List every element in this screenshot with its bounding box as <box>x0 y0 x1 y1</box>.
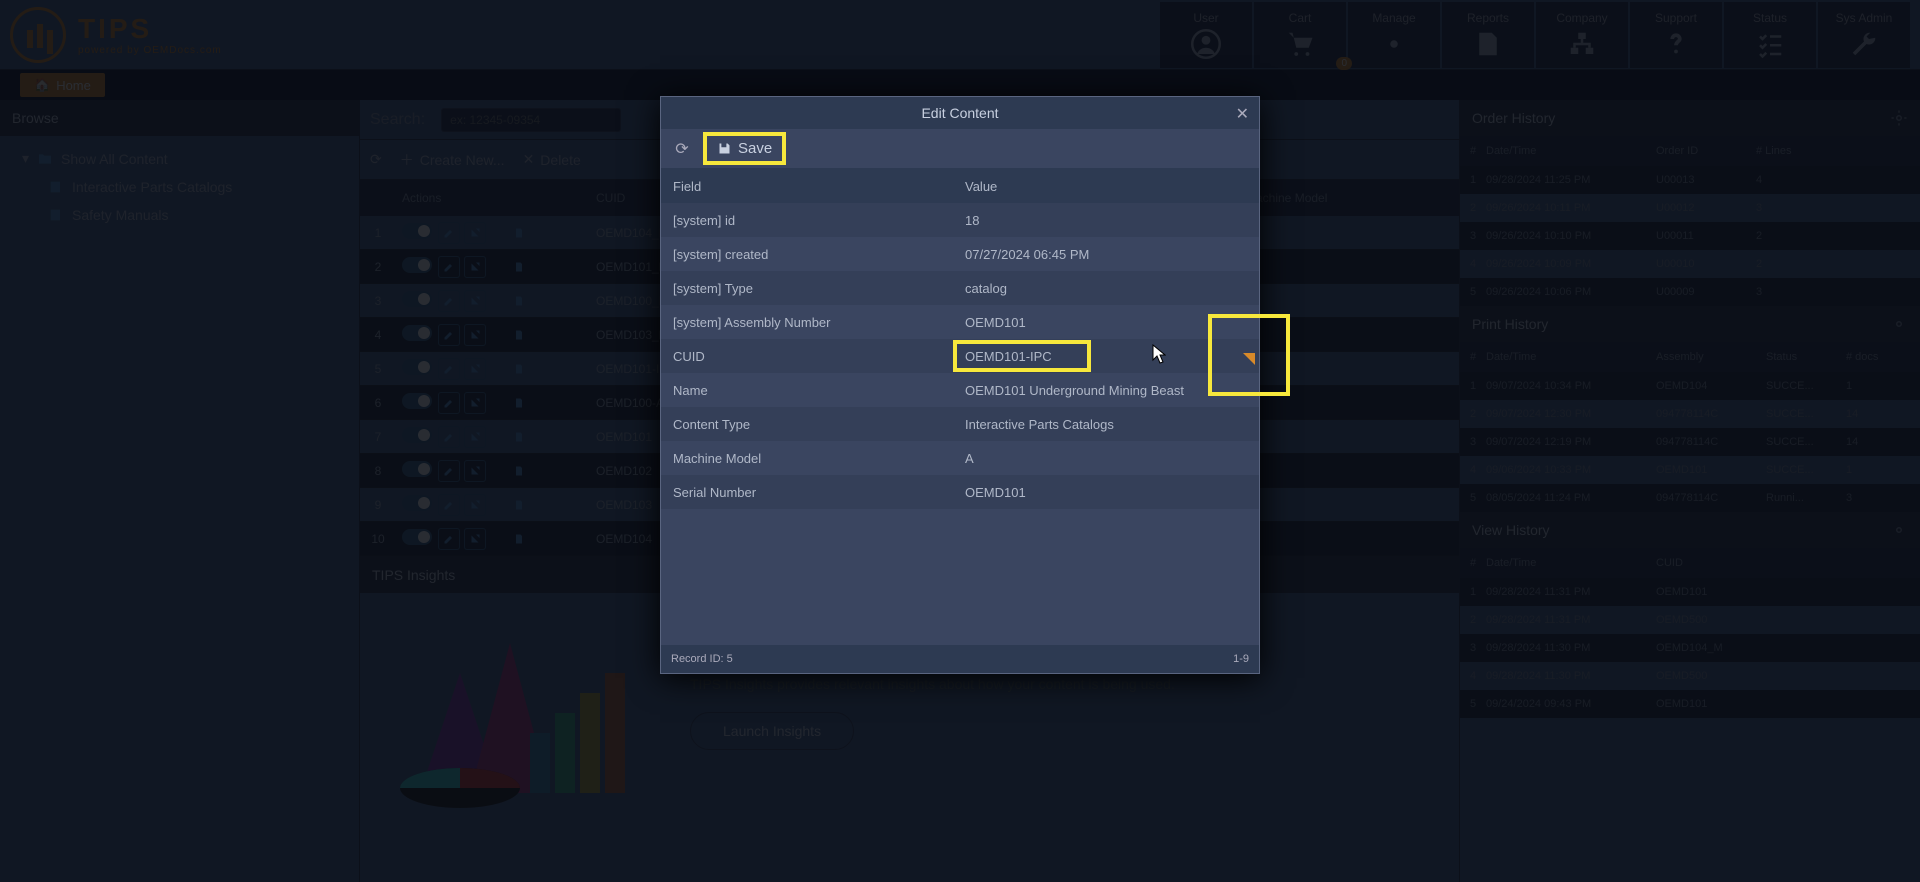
cursor-icon <box>1152 344 1166 364</box>
refresh-button[interactable]: ⟳ <box>671 138 693 160</box>
field-label: [system] Type <box>661 281 957 296</box>
modal-row[interactable]: [system] Type catalog <box>661 271 1259 305</box>
modal-row[interactable]: [system] Assembly Number OEMD101 <box>661 305 1259 339</box>
field-value[interactable]: 07/27/2024 06:45 PM <box>957 247 1259 262</box>
field-label: Serial Number <box>661 485 957 500</box>
field-value[interactable]: OEMD101 Underground Mining Beast <box>957 383 1259 398</box>
field-value[interactable]: OEMD101 <box>957 485 1259 500</box>
modal-row[interactable]: [system] created 07/27/2024 06:45 PM <box>661 237 1259 271</box>
modal-row[interactable]: Content Type Interactive Parts Catalogs <box>661 407 1259 441</box>
record-range: 1-9 <box>1233 653 1249 665</box>
col-field: Field <box>661 179 957 194</box>
modal-row[interactable]: Name OEMD101 Underground Mining Beast <box>661 373 1259 407</box>
modal-title: Edit Content <box>921 105 998 121</box>
field-label: CUID <box>661 349 957 364</box>
field-label: Content Type <box>661 417 957 432</box>
field-value[interactable]: OEMD101 <box>957 315 1259 330</box>
field-value[interactable]: catalog <box>957 281 1259 296</box>
save-button[interactable]: Save <box>703 132 786 165</box>
field-label: [system] created <box>661 247 957 262</box>
modal-row[interactable]: Serial Number OEMD101 <box>661 475 1259 509</box>
field-value[interactable]: Interactive Parts Catalogs <box>957 417 1259 432</box>
modal-row[interactable]: Machine Model A <box>661 441 1259 475</box>
col-value: Value <box>957 179 1259 194</box>
field-label: Name <box>661 383 957 398</box>
field-value[interactable]: 18 <box>957 213 1259 228</box>
modal-row[interactable]: CUID OEMD101-IPC <box>661 339 1259 373</box>
field-label: [system] Assembly Number <box>661 315 957 330</box>
field-value[interactable]: OEMD101-IPC <box>957 349 1259 364</box>
record-id: Record ID: 5 <box>671 653 733 665</box>
field-label: Machine Model <box>661 451 957 466</box>
edit-content-modal: Edit Content ✕ ⟳ Save Field Value [syste… <box>660 96 1260 674</box>
modal-row[interactable]: [system] id 18 <box>661 203 1259 237</box>
save-icon <box>717 141 732 156</box>
field-label: [system] id <box>661 213 957 228</box>
field-value[interactable]: A <box>957 451 1259 466</box>
close-icon[interactable]: ✕ <box>1236 104 1249 124</box>
